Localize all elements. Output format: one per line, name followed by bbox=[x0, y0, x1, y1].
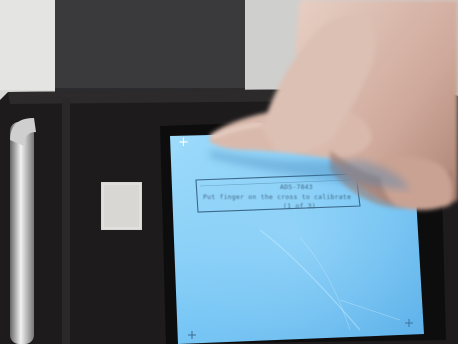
bezel-square-button bbox=[101, 182, 142, 230]
device-panel-divider bbox=[62, 98, 70, 344]
calibration-line-2: Put finger on the cross to calibrate bbox=[203, 193, 352, 201]
calibration-line-3: (1 of 3) bbox=[283, 202, 316, 210]
photo-scene bbox=[0, 0, 458, 344]
background-panel-light bbox=[0, 0, 55, 90]
calibration-line-1: ADS-7843 bbox=[280, 183, 313, 191]
handle-rail bbox=[10, 122, 34, 344]
calibration-target-cross-icon[interactable]: + bbox=[178, 136, 189, 149]
background-monitor bbox=[55, 0, 245, 92]
